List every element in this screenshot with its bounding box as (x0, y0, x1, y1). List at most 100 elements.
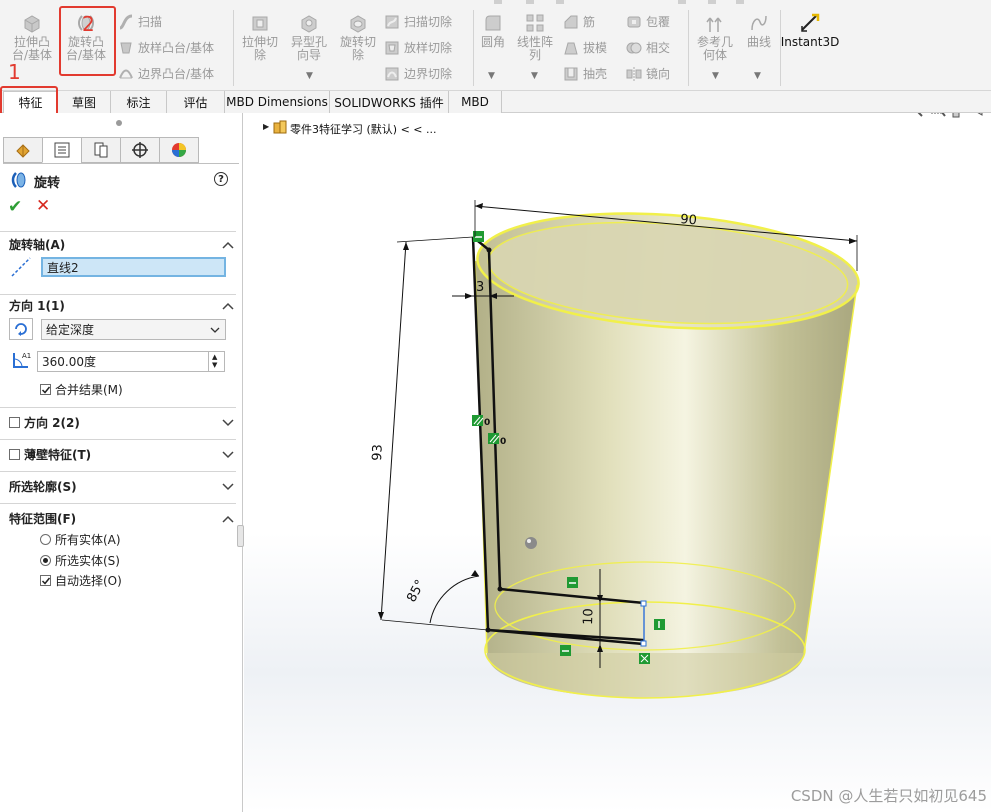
reference-geometry-button[interactable]: 参考几 何体 (692, 12, 738, 62)
instant3d-button[interactable]: Instant3D (781, 12, 839, 49)
dim-93-line[interactable] (380, 241, 407, 621)
tab-mbd[interactable]: MBD (449, 91, 502, 113)
thin-feature-title[interactable]: 薄壁特征(T) (9, 446, 91, 463)
mirror-button[interactable]: 镜向 (626, 65, 670, 82)
selected-bodies-label: 所选实体(S) (55, 554, 120, 568)
help-icon[interactable]: ? (214, 172, 228, 186)
tab-sketch[interactable]: 草图 (58, 91, 111, 113)
end-condition-select[interactable]: 给定深度 (41, 319, 226, 340)
toolbar-stub (556, 0, 564, 4)
dim-10-text[interactable]: 10 (581, 608, 597, 625)
thin-feature-label: 薄壁特征(T) (24, 448, 92, 462)
angle-input[interactable]: 360.00度 ▲ ▼ (37, 351, 225, 372)
linear-pattern-button[interactable]: 线性阵 列 (512, 12, 558, 62)
chevron-up-icon[interactable] (222, 241, 234, 249)
fillet-dropdown-icon[interactable]: ▼ (488, 71, 495, 81)
all-bodies-radio[interactable]: 所有实体(A) (40, 531, 121, 548)
auto-select-checkbox[interactable]: 自动选择(O) (40, 572, 122, 589)
boundary-boss-button[interactable]: 边界凸台/基体 (118, 65, 214, 82)
chevron-down-icon[interactable] (222, 483, 234, 491)
linear-pattern-label: 线性阵 列 (516, 35, 553, 62)
curves-button[interactable]: 曲线 (742, 12, 776, 49)
command-tabs: 特征 草图 标注 评估 MBD Dimensions SOLIDWORKS 插件… (0, 91, 991, 113)
chevron-down-icon[interactable] (222, 419, 234, 427)
selected-contours-title[interactable]: 所选轮廓(S) (9, 478, 77, 495)
instant3d-icon (801, 13, 820, 32)
selected-bodies-radio-circle[interactable] (40, 555, 51, 566)
graphics-viewport[interactable]: ▶ 零件3特征学习 (默认) < < ... 0 0 90 3 93 85° 1… (244, 113, 991, 812)
chevron-down-icon[interactable] (222, 451, 234, 459)
extrude-boss-icon (24, 15, 40, 33)
dimxpert-tab[interactable] (120, 137, 160, 163)
angle-spinner[interactable]: ▲ ▼ (208, 352, 224, 371)
tab-markup[interactable]: 标注 (111, 91, 167, 113)
rib-label: 筋 (583, 15, 596, 29)
auto-select-label: 自动选择(O) (55, 574, 122, 588)
origin-marker (525, 537, 537, 549)
hole-wizard-button[interactable]: 异型孔 向导 (285, 12, 333, 62)
spin-up-icon[interactable]: ▲ (212, 353, 217, 361)
checkmark-icon (41, 577, 51, 585)
boundary-cut-button[interactable]: 边界切除 (384, 65, 452, 82)
merge-result-checkbox[interactable]: 合并结果(M) (40, 381, 123, 398)
tab-evaluate[interactable]: 评估 (167, 91, 225, 113)
spin-down-icon[interactable]: ▼ (212, 361, 217, 369)
toolbar-stub (708, 0, 716, 4)
auto-select-checkbox-box[interactable] (40, 575, 51, 586)
wrap-button[interactable]: 包覆 (626, 13, 670, 30)
feature-manager-tab[interactable] (3, 137, 43, 163)
extrude-cut-button[interactable]: 拉伸切 除 (237, 12, 283, 62)
revolved-cup-model[interactable]: 0 0 90 3 93 85° 10 (244, 113, 991, 812)
reference-dropdown-icon[interactable]: ▼ (712, 71, 719, 81)
swept-cut-button[interactable]: 扫描切除 (384, 13, 452, 30)
curves-dropdown-icon[interactable]: ▼ (754, 71, 761, 81)
panel-grip-dot[interactable] (116, 120, 122, 126)
chevron-up-icon[interactable] (222, 515, 234, 523)
extrude-boss-button[interactable]: 拉伸凸 台/基体 (8, 12, 56, 62)
selected-bodies-radio[interactable]: 所选实体(S) (40, 552, 120, 569)
axis-value: 直线2 (47, 260, 79, 275)
tab-mbd-dimensions[interactable]: MBD Dimensions (225, 91, 330, 113)
wrap-icon (627, 16, 641, 27)
dim-3-text[interactable]: 3 (476, 280, 484, 295)
lofted-cut-button[interactable]: 放样切除 (384, 39, 452, 56)
angle-value: 360.00度 (42, 355, 96, 369)
panel-collapse-handle[interactable] (237, 525, 244, 547)
swept-cut-icon (385, 15, 399, 28)
property-manager-tab[interactable] (42, 137, 82, 163)
extrude-cut-icon (252, 16, 268, 31)
display-manager-tab[interactable] (159, 137, 199, 163)
intersect-button[interactable]: 相交 (626, 39, 670, 56)
fillet-button[interactable]: 圆角 (476, 12, 510, 49)
annotation-number-2: 2 (82, 12, 95, 36)
rib-button[interactable]: 筋 (563, 13, 595, 30)
hole-wizard-dropdown-icon[interactable]: ▼ (306, 71, 313, 81)
loft-boss-button[interactable]: 放样凸台/基体 (118, 39, 214, 56)
property-list-icon (54, 142, 70, 158)
mirror-icon (626, 66, 642, 81)
thin-feature-checkbox[interactable] (9, 449, 20, 460)
direction2-checkbox[interactable] (9, 417, 20, 428)
merge-checkbox-box[interactable] (40, 384, 51, 395)
sweep-button[interactable]: 扫描 (118, 13, 162, 30)
lofted-cut-icon (385, 41, 399, 54)
ok-button[interactable]: ✔ (8, 197, 22, 217)
all-bodies-radio-circle[interactable] (40, 534, 51, 545)
chevron-up-icon[interactable] (222, 302, 234, 310)
revolve-cut-button[interactable]: 旋转切 除 (335, 12, 381, 62)
reverse-direction-button[interactable] (9, 318, 33, 340)
shell-button[interactable]: 抽壳 (563, 65, 607, 82)
direction2-title[interactable]: 方向 2(2) (9, 414, 80, 431)
dim-90-text[interactable]: 90 (680, 212, 698, 228)
cancel-button[interactable]: ✕ (36, 196, 50, 216)
dim-85-text[interactable]: 85° (404, 577, 428, 604)
tab-solidworks-addins[interactable]: SOLIDWORKS 插件 (330, 91, 449, 113)
boundary-cut-icon (385, 67, 399, 80)
pattern-dropdown-icon[interactable]: ▼ (531, 71, 538, 81)
end-condition-value: 给定深度 (46, 323, 95, 337)
draft-button[interactable]: 拔模 (563, 39, 607, 56)
configuration-manager-tab[interactable] (81, 137, 121, 163)
boundary-boss-icon (119, 69, 133, 78)
dim-93-text[interactable]: 93 (370, 444, 386, 461)
axis-select-field[interactable]: 直线2 (41, 257, 226, 277)
